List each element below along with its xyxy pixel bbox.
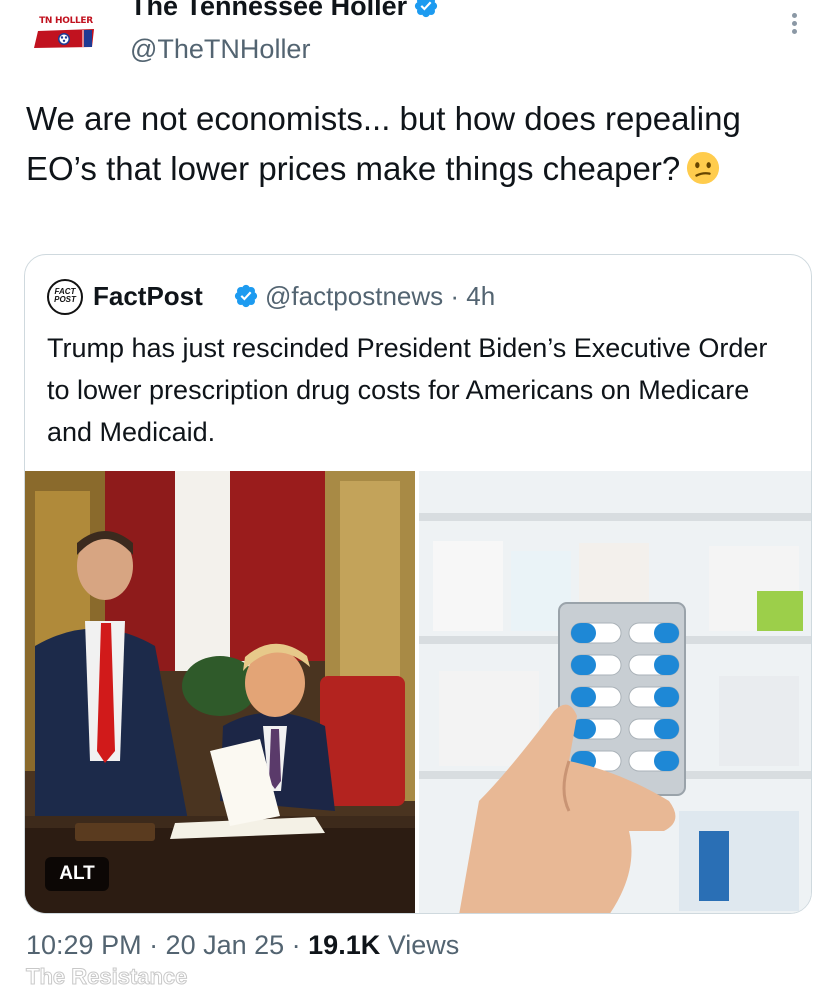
watermark: The Resistance [25,964,188,990]
more-options-icon[interactable] [784,10,804,42]
quoted-author-handle-time[interactable]: @factpostnews · 4h [265,281,495,312]
pharmacy-pills-illustration [419,471,811,913]
signing-scene-illustration [25,471,415,913]
factpost-avatar[interactable]: FACT POST [47,279,83,315]
pill-blister-pack-photo[interactable] [419,471,811,913]
oval-office-signing-photo[interactable]: ALT [25,471,415,913]
confused-face-emoji-icon [687,151,720,185]
factpost-avatar-logo: FACT POST [49,288,81,304]
quoted-tweet[interactable]: FACT POST FactPost @factpostnews · 4h Tr… [24,254,812,914]
tennessee-flag-icon [34,29,94,48]
tweet-text-body: We are not economists... but how does re… [26,100,741,187]
alt-text-button[interactable]: ALT [45,857,109,891]
tweet-meta: 10:29 PM · 20 Jan 25 · 19.1K Views [26,930,459,961]
views-count: 19.1K [308,930,381,960]
tweet-text: We are not economists... but how does re… [26,94,816,194]
tweet-header: TN HOLLER The Tennessee Holler @TheTNHol… [0,0,822,80]
author-display-name[interactable]: The Tennessee Holler [130,0,439,22]
timestamp[interactable]: 10:29 PM · 20 Jan 25 · [26,930,308,960]
author-handle[interactable]: @TheTNHoller [130,34,310,65]
author-name-text: The Tennessee Holler [130,0,408,21]
verified-badge-icon [234,284,258,308]
quoted-author-name[interactable]: FactPost [93,281,203,312]
tn-holler-avatar[interactable]: TN HOLLER [30,16,102,52]
avatar-text-bottom: POST [54,295,76,304]
views-label: Views [380,930,460,960]
verified-badge-icon [414,0,438,17]
avatar-logo-text: TN HOLLER [39,16,93,26]
quoted-tweet-media[interactable]: ALT [25,471,811,913]
quoted-tweet-text: Trump has just rescinded President Biden… [47,333,768,447]
